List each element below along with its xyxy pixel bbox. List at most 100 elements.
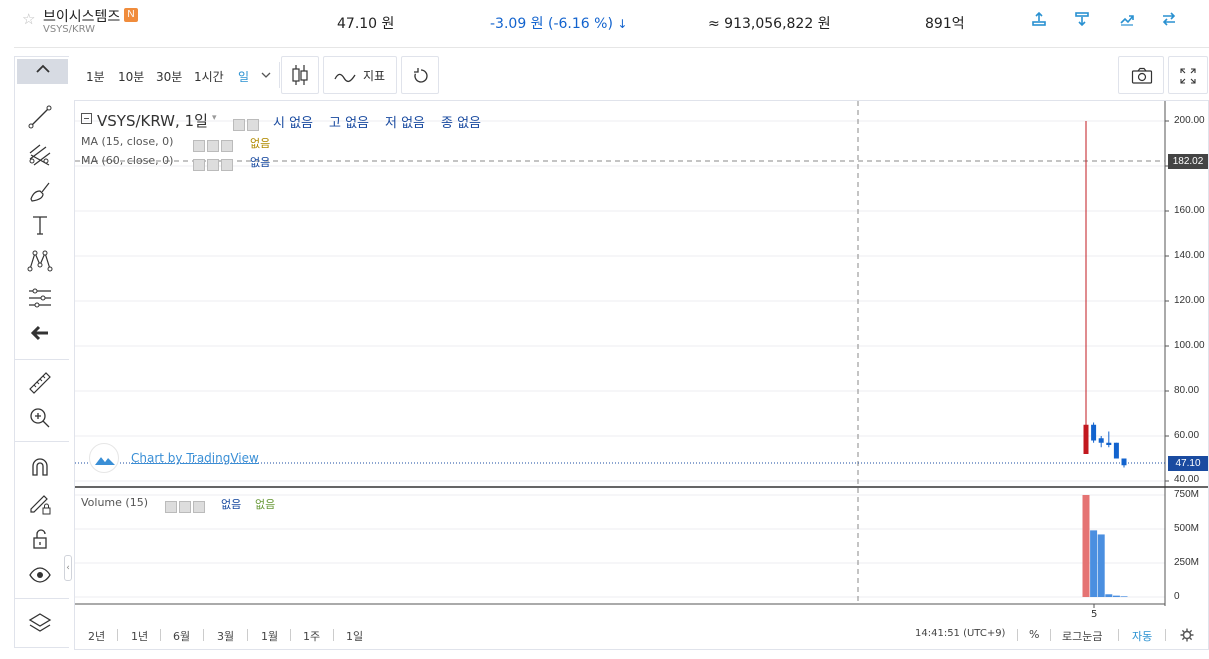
ma60-value: 없음 bbox=[250, 156, 271, 169]
ohlc-open: 시 없음 bbox=[273, 116, 314, 131]
volume-controls[interactable] bbox=[165, 496, 207, 515]
screenshot-button[interactable] bbox=[1118, 56, 1164, 94]
candle-body bbox=[1098, 438, 1104, 443]
volume-bar bbox=[1097, 534, 1105, 597]
trend-line-icon[interactable] bbox=[26, 103, 58, 131]
share-icon[interactable] bbox=[1030, 11, 1048, 29]
magnet-icon[interactable] bbox=[26, 453, 58, 481]
candle-body bbox=[1106, 442, 1112, 445]
volume-label: Volume (15) bbox=[81, 496, 148, 509]
volume-tick: 750M bbox=[1174, 489, 1200, 500]
volume-bar bbox=[1120, 596, 1128, 597]
pattern-icon[interactable] bbox=[26, 247, 58, 275]
range-1m[interactable]: 1월 bbox=[261, 628, 278, 644]
price-tick: 120.00 bbox=[1174, 295, 1205, 306]
chevron-up-icon bbox=[35, 64, 50, 73]
panel-divider bbox=[15, 598, 69, 599]
auto-scale-toggle[interactable]: 자동 bbox=[1132, 628, 1152, 644]
pitchfork-icon[interactable] bbox=[26, 141, 58, 169]
price-tick: 100.00 bbox=[1174, 340, 1205, 351]
percent-toggle[interactable]: % bbox=[1029, 628, 1039, 641]
interval-day[interactable]: 일 bbox=[238, 68, 249, 85]
log-scale-toggle[interactable]: 로그눈금 bbox=[1062, 628, 1102, 644]
ma15-controls[interactable] bbox=[193, 135, 235, 154]
ohlc-low: 저 없음 bbox=[385, 116, 426, 131]
interval-30min[interactable]: 30분 bbox=[156, 68, 182, 85]
price-change: -3.09 원 (-6.16 %) ↓ bbox=[490, 16, 628, 32]
chart-pane[interactable]: VSYS/KRW, 1일 ▾ 시 없음 고 없음 저 없음 종 없음 MA (1… bbox=[74, 100, 1209, 650]
settings-gear-icon[interactable] bbox=[1180, 627, 1194, 646]
prediction-icon[interactable] bbox=[26, 284, 58, 312]
fullscreen-button[interactable] bbox=[1168, 56, 1208, 94]
collapse-toolbar-button[interactable] bbox=[17, 59, 68, 84]
panel-collapse-handle[interactable]: ‹ bbox=[64, 555, 72, 581]
market-cap: 891억 bbox=[925, 16, 965, 32]
toolbar-divider bbox=[279, 62, 280, 88]
volume-tick: 0 bbox=[1174, 591, 1180, 602]
interval-10min[interactable]: 10분 bbox=[118, 68, 144, 85]
unlock-icon[interactable] bbox=[26, 525, 58, 553]
ohlc-close: 종 없음 bbox=[441, 116, 482, 131]
indicators-button[interactable]: 지표 bbox=[323, 56, 397, 94]
layers-icon[interactable] bbox=[26, 609, 58, 637]
price-tick: 140.00 bbox=[1174, 250, 1205, 261]
symbol-title: VSYS/KRW, 1일 bbox=[97, 112, 208, 130]
watermark-text: Chart by TradingView bbox=[131, 451, 259, 465]
indicator-wave-icon bbox=[334, 73, 356, 83]
time-tick: 5 bbox=[1091, 609, 1098, 620]
collapse-legend-icon[interactable] bbox=[81, 113, 92, 124]
reset-button[interactable] bbox=[401, 56, 439, 94]
range-2y[interactable]: 2년 bbox=[88, 628, 105, 644]
lock-drawing-icon[interactable] bbox=[26, 489, 58, 517]
volume-value-1: 없음 bbox=[221, 498, 242, 511]
ma60-controls[interactable] bbox=[193, 154, 235, 173]
refresh-icon bbox=[414, 68, 428, 83]
volume-bar bbox=[1082, 495, 1090, 597]
interval-1hour[interactable]: 1시간 bbox=[194, 68, 224, 85]
range-6m[interactable]: 6월 bbox=[173, 628, 190, 644]
drawing-tools-panel bbox=[14, 56, 69, 648]
candle-body bbox=[1121, 458, 1127, 466]
range-1d[interactable]: 1일 bbox=[346, 628, 363, 644]
ohlc-high: 고 없음 bbox=[329, 116, 370, 131]
candle-body bbox=[1113, 442, 1119, 459]
range-bar: 2년 1년 6월 3월 1월 1주 1일 14:41:51 (UTC+9) % … bbox=[75, 621, 1208, 649]
favorite-star-icon[interactable]: ☆ bbox=[22, 10, 35, 28]
pair-label: VSYS/KRW bbox=[43, 24, 96, 35]
chart-canvas[interactable] bbox=[75, 101, 1208, 649]
header-divider bbox=[14, 47, 1209, 48]
tradingview-logo-icon bbox=[89, 443, 119, 473]
price-tick: 80.00 bbox=[1174, 385, 1200, 396]
ruler-icon[interactable] bbox=[26, 369, 58, 397]
arrow-left-icon[interactable] bbox=[26, 319, 58, 347]
interval-1min[interactable]: 1분 bbox=[86, 68, 105, 85]
panel-divider bbox=[15, 359, 69, 360]
price-tick: 40.00 bbox=[1174, 474, 1200, 485]
zoom-in-icon[interactable] bbox=[26, 404, 58, 432]
new-badge: N bbox=[124, 8, 138, 22]
volume-bar bbox=[1090, 530, 1098, 597]
volume-value-2: 없음 bbox=[255, 498, 276, 511]
ma15-label: MA (15, close, 0) bbox=[81, 135, 174, 148]
trend-icon[interactable] bbox=[1118, 11, 1136, 29]
chevron-down-icon[interactable] bbox=[260, 66, 272, 85]
indicators-label: 지표 bbox=[363, 69, 386, 83]
last-price-tag: 47.10 bbox=[1168, 456, 1208, 471]
legend-controls[interactable] bbox=[233, 114, 261, 133]
text-tool-icon[interactable] bbox=[26, 211, 58, 239]
price-tick: 200.00 bbox=[1174, 115, 1205, 126]
clock: 14:41:51 (UTC+9) bbox=[915, 628, 1006, 639]
range-1w[interactable]: 1주 bbox=[303, 628, 320, 644]
range-1y[interactable]: 1년 bbox=[131, 628, 148, 644]
symbol-dropdown-icon[interactable]: ▾ bbox=[212, 113, 217, 123]
chart-type-button[interactable] bbox=[281, 56, 319, 94]
ma60-label: MA (60, close, 0) bbox=[81, 154, 174, 167]
current-price: 47.10 원 bbox=[337, 16, 395, 32]
exchange-icon[interactable] bbox=[1160, 11, 1178, 29]
candle-body bbox=[1083, 424, 1089, 454]
range-3m[interactable]: 3월 bbox=[217, 628, 234, 644]
brush-icon[interactable] bbox=[26, 177, 58, 205]
download-icon[interactable] bbox=[1073, 11, 1091, 29]
eye-icon[interactable] bbox=[26, 561, 58, 589]
volume-tick: 250M bbox=[1174, 557, 1200, 568]
